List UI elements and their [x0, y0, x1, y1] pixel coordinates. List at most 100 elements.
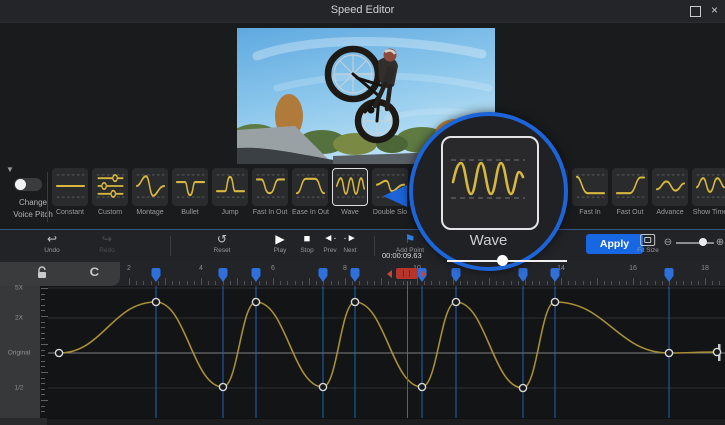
timecode: 00:00:09.63 [382, 251, 422, 260]
zoom-in-icon[interactable]: ⊕ [716, 237, 724, 248]
ruler-tick [237, 278, 238, 285]
preset-curve-icon [574, 169, 607, 203]
preset-constant[interactable]: Constant [52, 168, 88, 216]
ruler-tick [338, 281, 339, 285]
keyframe-point[interactable] [319, 383, 326, 390]
bottom-scrollbar[interactable] [0, 418, 725, 425]
playhead-right-arrow-icon[interactable] [421, 270, 426, 278]
voice-pitch-toggle[interactable] [14, 178, 42, 191]
keyframe-point[interactable] [452, 298, 459, 305]
fit-size-button[interactable]: Fit Size [637, 232, 659, 254]
ruler-tick [518, 281, 519, 285]
preset-label: Custom [92, 209, 128, 216]
preset-fast-in[interactable]: Fast In [572, 168, 608, 216]
keyframe-point[interactable] [665, 349, 672, 356]
playhead-line[interactable] [407, 281, 408, 418]
close-icon[interactable]: × [711, 4, 718, 17]
keyframe-point[interactable] [152, 298, 159, 305]
playhead-handle[interactable] [396, 268, 418, 279]
preset-curve-icon [94, 169, 127, 203]
speed-curve-path [59, 302, 717, 388]
ruler-tick [316, 281, 317, 285]
fit-size-icon [640, 234, 655, 246]
keyframe-point[interactable] [551, 298, 558, 305]
magnifier-label: Wave [413, 232, 564, 249]
ruler-tick [539, 281, 540, 285]
keyframe-point[interactable] [418, 383, 425, 390]
curve-reset-icon[interactable]: C [90, 265, 100, 279]
keyframe-point[interactable] [519, 384, 526, 391]
collapse-arrow-icon[interactable]: ▼ [6, 165, 14, 174]
ruler-tick [266, 281, 267, 285]
preset-montage[interactable]: Montage [132, 168, 168, 216]
keyframe-point[interactable] [351, 298, 358, 305]
undo-button[interactable]: ↩ Undo [44, 232, 60, 254]
zoom-out-icon[interactable]: ⊖ [664, 237, 672, 248]
ruler-tick [172, 281, 173, 285]
preset-label: Constant [52, 209, 88, 216]
ruler-tick [143, 281, 144, 285]
ruler-second-label: 6 [271, 265, 275, 272]
ruler-tick [424, 281, 425, 285]
wave-magnifier-callout: Wave [409, 112, 568, 271]
ruler-second-label: 18 [701, 265, 709, 272]
reset-button[interactable]: ↺ Reset [214, 232, 231, 254]
redo-button[interactable]: ↪ Redo [99, 232, 115, 254]
ruler-tick [705, 278, 706, 285]
ruler-second-label: 8 [343, 265, 347, 272]
preset-label: Ease In Out [292, 209, 328, 216]
unlock-icon[interactable] [36, 266, 48, 284]
preset-curve-icon [694, 169, 725, 203]
stop-button[interactable]: ■ Stop [300, 232, 313, 254]
preset-show-time[interactable]: Show Time [692, 168, 725, 216]
ruler-tick [129, 278, 130, 285]
preset-ease-in-out[interactable]: Ease In Out [292, 168, 328, 216]
ruler-tick [597, 278, 598, 285]
ruler-tick [259, 281, 260, 285]
ruler-tick [179, 281, 180, 285]
zoom-slider-knob[interactable] [699, 238, 707, 246]
ruler-tick [554, 281, 555, 285]
speed-curve-canvas[interactable] [0, 286, 725, 418]
apply-button[interactable]: Apply [586, 234, 643, 254]
ruler-tick [712, 281, 713, 285]
preset-fast-in-out[interactable]: Fast In Out [252, 168, 288, 216]
seek-slider-knob[interactable] [497, 255, 508, 266]
preset-jump[interactable]: Jump [212, 168, 248, 216]
maximize-icon[interactable] [690, 6, 701, 17]
ruler-tick [309, 278, 310, 285]
preset-bullet[interactable]: Bullet [172, 168, 208, 216]
prev-icon: ◄· [323, 232, 336, 246]
preset-fast-out[interactable]: Fast Out [612, 168, 648, 216]
ruler-tick [388, 281, 389, 285]
keyframe-point[interactable] [252, 298, 259, 305]
ruler-tick [489, 278, 490, 285]
preset-custom[interactable]: Custom [92, 168, 128, 216]
ruler-tick [323, 281, 324, 285]
keyframe-point[interactable] [55, 349, 62, 356]
zoom-slider-track[interactable] [676, 242, 714, 244]
prev-point-button[interactable]: ◄· Prev [323, 232, 336, 254]
next-point-button[interactable]: ·► Next [343, 232, 356, 254]
ruler-tick [475, 281, 476, 285]
keyframe-point[interactable] [713, 348, 720, 355]
preset-curve-icon [174, 169, 207, 203]
ruler-tick [230, 281, 231, 285]
ruler-tick [431, 281, 432, 285]
ruler-tick [287, 281, 288, 285]
ruler-tick [374, 281, 375, 285]
window-title: Speed Editor [0, 4, 725, 16]
preset-curve-icon [294, 169, 327, 203]
magnifier-pointer-icon [383, 185, 407, 207]
titlebar: Speed Editor × [0, 0, 725, 23]
preset-advance[interactable]: Advance [652, 168, 688, 216]
ruler-tick [453, 278, 454, 285]
ruler-tick [417, 278, 418, 285]
preset-wave[interactable]: Wave [332, 168, 368, 216]
divider [170, 236, 171, 256]
playhead-left-arrow-icon[interactable] [387, 270, 392, 278]
keyframe-point[interactable] [219, 383, 226, 390]
ruler-tick [683, 281, 684, 285]
preset-thumbnail [652, 168, 688, 206]
play-button[interactable]: ▶ Play [274, 232, 287, 254]
